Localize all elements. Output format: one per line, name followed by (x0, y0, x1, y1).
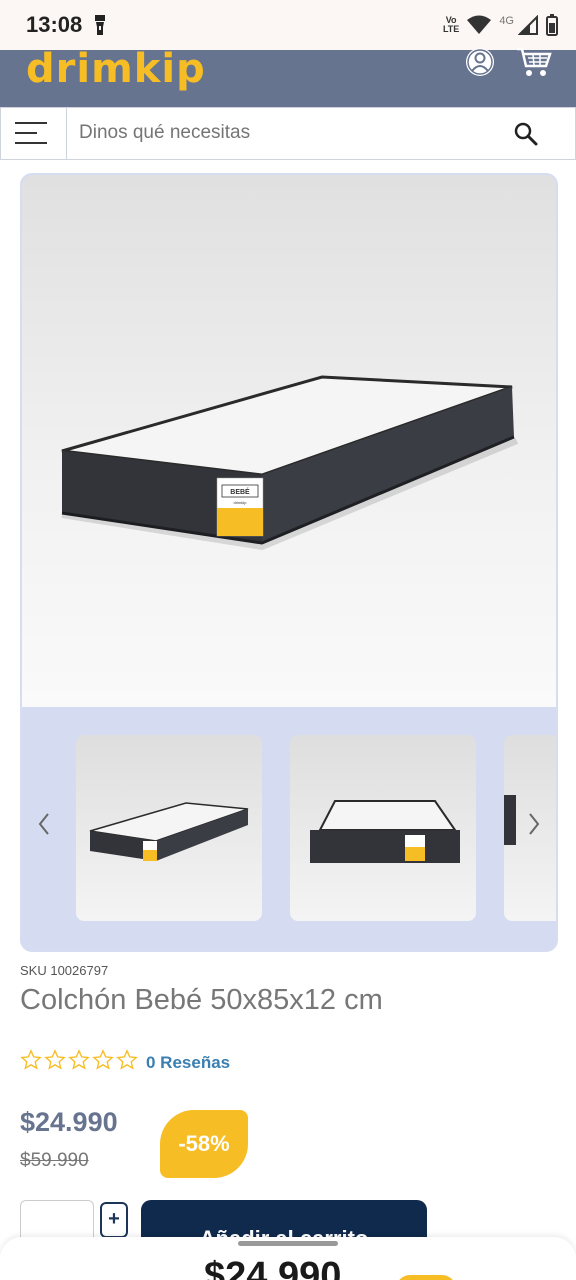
search-icon[interactable] (513, 121, 539, 147)
wifi-icon (467, 15, 492, 34)
status-bar: 13:08 Vo LTE 4G (0, 0, 576, 50)
chevron-right-icon[interactable] (524, 809, 544, 839)
thumbnail-image (89, 802, 249, 861)
discount-badge: -58% (160, 1110, 248, 1178)
brand-logo[interactable]: drimkip (26, 46, 206, 92)
signal-icon (518, 15, 538, 35)
thumbnail-strip (22, 707, 556, 950)
network-type: 4G (499, 15, 514, 27)
star-outline-icon (20, 1049, 42, 1070)
star-outline-icon (116, 1049, 138, 1070)
sticky-price: $24.990 (204, 1255, 342, 1280)
label-brand: drimkip (234, 500, 248, 505)
battery-icon (546, 14, 558, 36)
menu-line (15, 142, 47, 144)
menu-line (15, 132, 37, 134)
star-outline-icon (44, 1049, 66, 1070)
quantity-increase-button[interactable]: + (100, 1202, 128, 1238)
mattress-image: BEBÉ drimkip (61, 375, 519, 551)
search-input[interactable] (79, 122, 479, 144)
site-header: drimkip (0, 46, 576, 107)
product-sku: SKU 10026797 (20, 963, 109, 978)
user-account-icon[interactable] (464, 46, 496, 78)
thumbnail-1[interactable] (76, 735, 262, 921)
search-bar (0, 107, 576, 160)
reviews-link[interactable]: 0 Reseñas (146, 1053, 230, 1073)
menu-line (15, 122, 47, 124)
flashlight-icon (95, 15, 105, 35)
volte-indicator: Vo LTE (442, 15, 460, 34)
star-outline-icon (92, 1049, 114, 1070)
drag-handle[interactable] (238, 1241, 338, 1246)
sticky-price-bar: $24.990 (0, 1237, 576, 1280)
hamburger-menu-button[interactable] (1, 108, 67, 159)
label-text: BEBÉ (230, 487, 250, 496)
star-outline-icon (68, 1049, 90, 1070)
product-title: Colchón Bebé 50x85x12 cm (20, 984, 383, 1016)
cart-icon[interactable] (516, 46, 552, 78)
product-main-image[interactable]: BEBÉ drimkip (22, 175, 556, 707)
rating-stars[interactable] (20, 1049, 138, 1071)
sticky-discount-badge (396, 1275, 456, 1280)
thumbnail-2[interactable] (290, 735, 476, 921)
original-price: $59.990 (20, 1150, 89, 1171)
thumbnail-image (310, 800, 460, 863)
status-time: 13:08 (26, 12, 83, 37)
current-price: $24.990 (20, 1107, 118, 1137)
chevron-left-icon[interactable] (34, 809, 54, 839)
product-gallery: BEBÉ drimkip (20, 173, 558, 952)
